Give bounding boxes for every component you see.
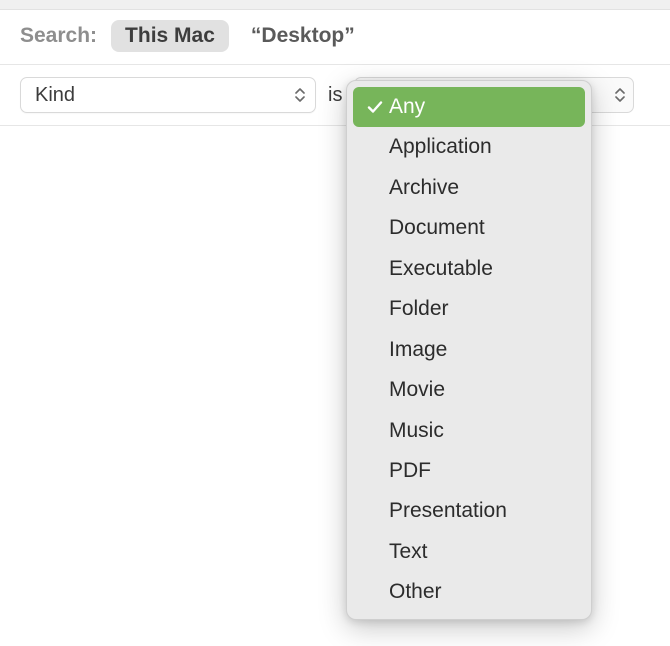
kind-option-text[interactable]: Text xyxy=(353,532,585,572)
kind-dropdown-menu: Any Application Archive Document Executable F… xyxy=(346,80,592,620)
kind-option-image[interactable]: Image xyxy=(353,330,585,370)
scope-this-mac[interactable]: This Mac xyxy=(111,20,229,52)
kind-option-label: Any xyxy=(389,92,425,122)
chevron-up-down-icon xyxy=(615,88,625,102)
kind-option-executable[interactable]: Executable xyxy=(353,249,585,289)
kind-option-label: Application xyxy=(389,132,492,162)
scope-desktop[interactable]: “Desktop” xyxy=(237,20,369,52)
search-label: Search: xyxy=(20,24,97,48)
kind-option-label: Presentation xyxy=(389,496,507,526)
kind-option-presentation[interactable]: Presentation xyxy=(353,491,585,531)
kind-option-label: Folder xyxy=(389,294,449,324)
kind-option-label: Text xyxy=(389,537,428,567)
kind-option-label: PDF xyxy=(389,456,431,486)
kind-option-label: Document xyxy=(389,213,485,243)
kind-option-label: Other xyxy=(389,577,442,607)
kind-option-folder[interactable]: Folder xyxy=(353,289,585,329)
window-top-strip xyxy=(0,0,670,10)
kind-option-label: Movie xyxy=(389,375,445,405)
kind-option-music[interactable]: Music xyxy=(353,411,585,451)
kind-option-label: Archive xyxy=(389,173,459,203)
kind-option-movie[interactable]: Movie xyxy=(353,370,585,410)
chevron-up-down-icon xyxy=(295,88,305,102)
checkmark-icon xyxy=(363,99,387,115)
kind-option-label: Image xyxy=(389,335,447,365)
kind-option-label: Executable xyxy=(389,254,493,284)
kind-option-any[interactable]: Any xyxy=(353,87,585,127)
kind-option-archive[interactable]: Archive xyxy=(353,168,585,208)
operator-label: is xyxy=(328,84,342,107)
kind-option-label: Music xyxy=(389,416,444,446)
search-scope-bar: Search: This Mac “Desktop” xyxy=(0,10,670,64)
kind-option-application[interactable]: Application xyxy=(353,127,585,167)
kind-option-other[interactable]: Other xyxy=(353,572,585,612)
kind-option-document[interactable]: Document xyxy=(353,208,585,248)
attribute-select[interactable]: Kind xyxy=(20,77,316,113)
attribute-select-value: Kind xyxy=(35,84,75,107)
kind-option-pdf[interactable]: PDF xyxy=(353,451,585,491)
